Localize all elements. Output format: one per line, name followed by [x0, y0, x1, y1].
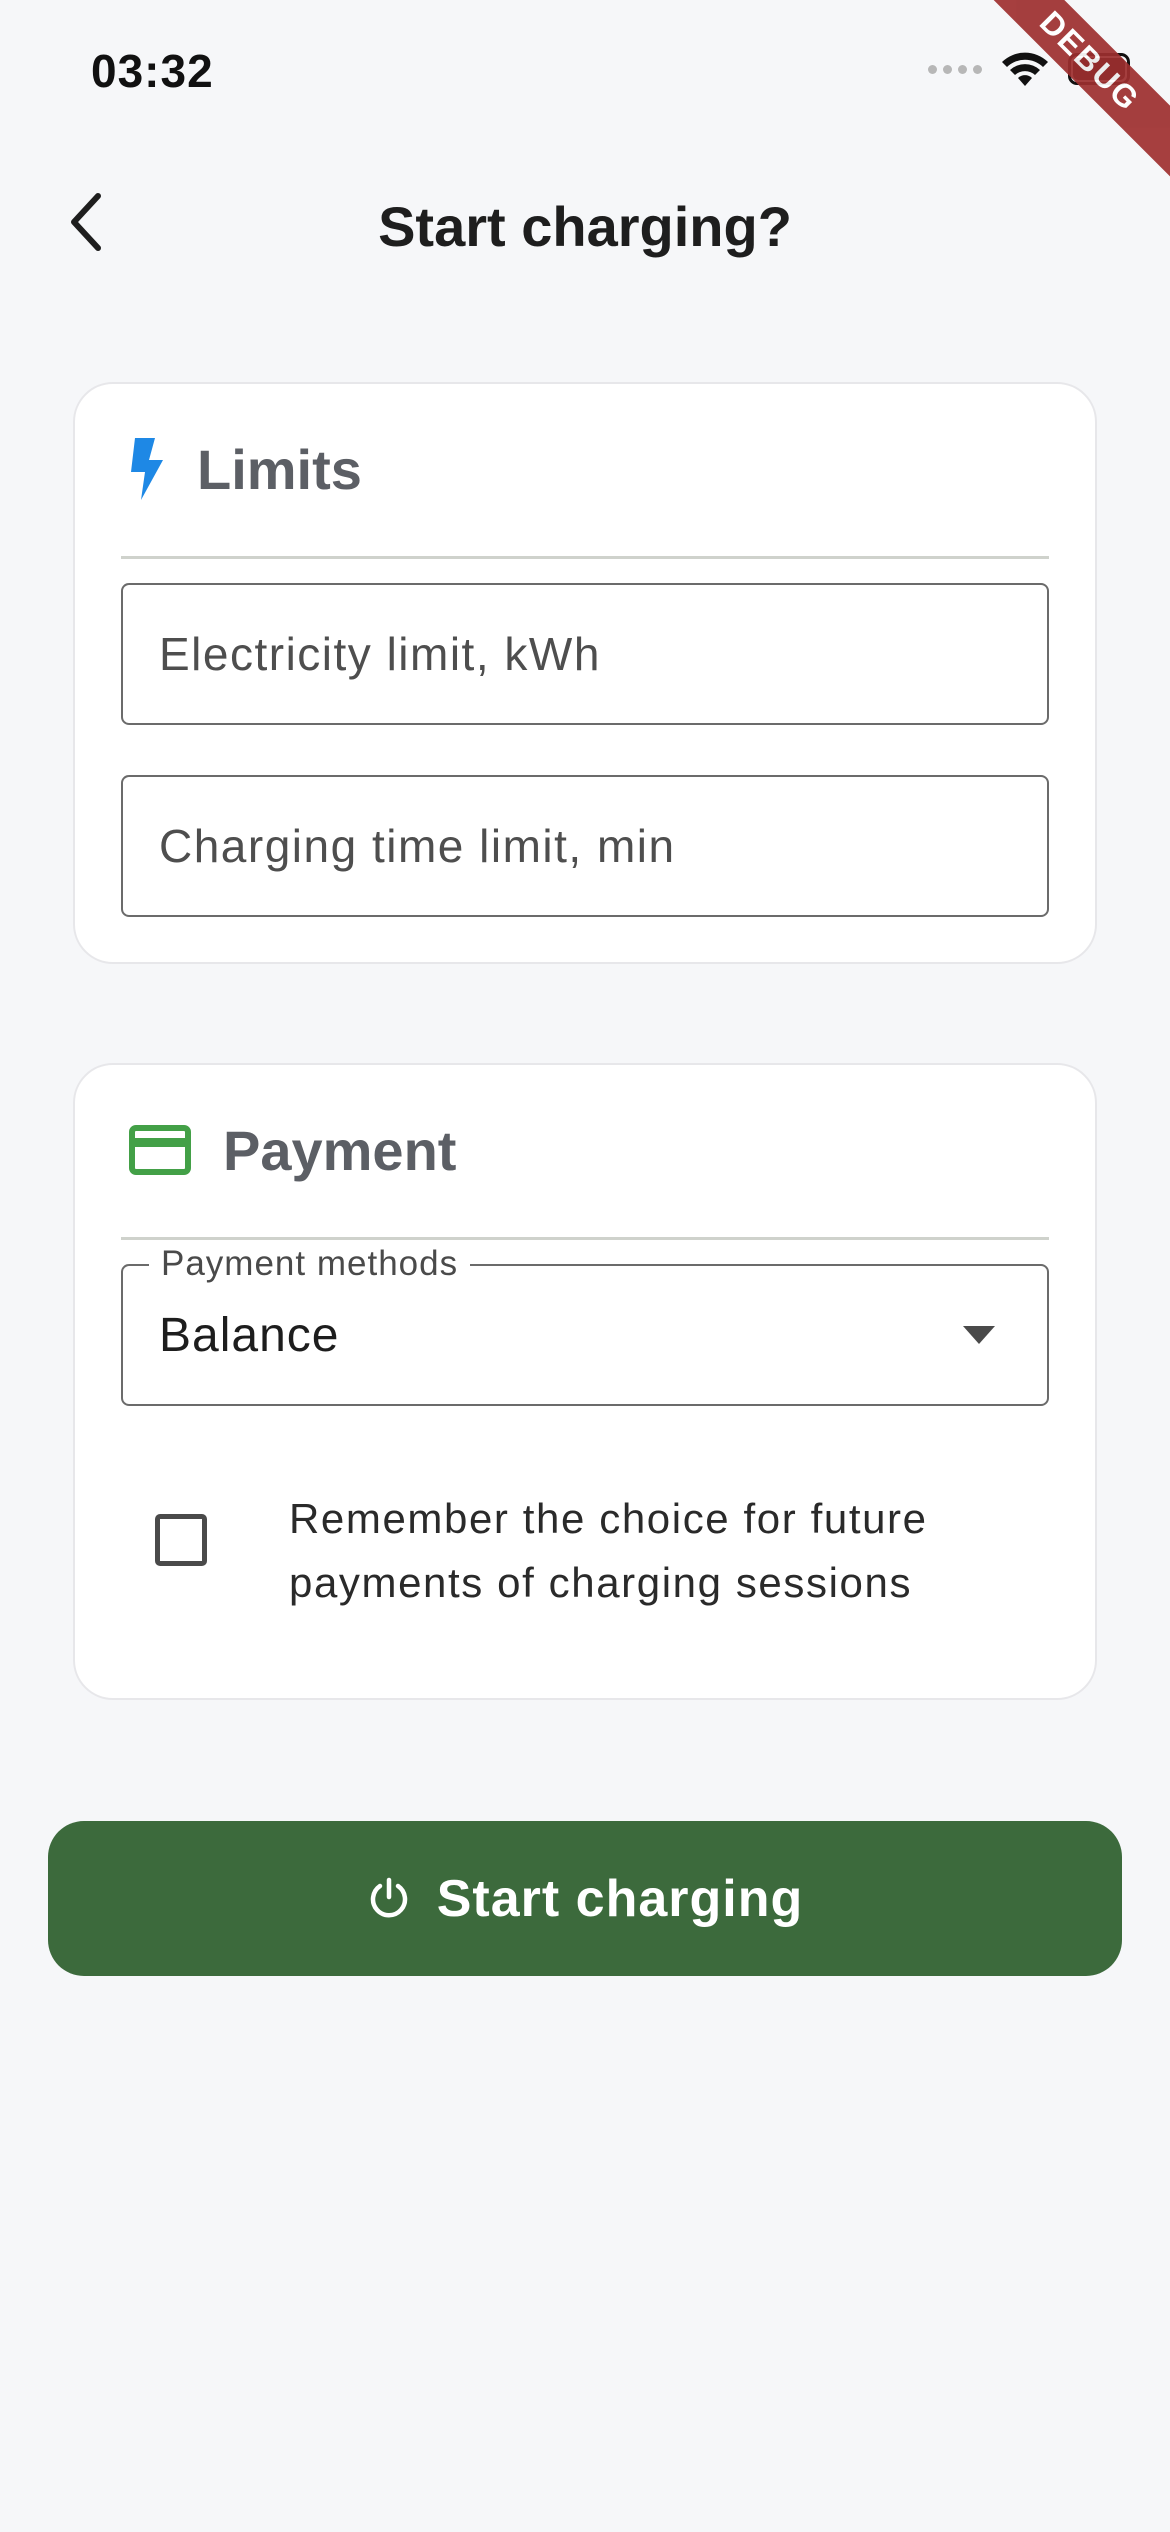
start-charging-button[interactable]: Start charging — [48, 1821, 1122, 1976]
electricity-limit-input[interactable]: Electricity limit, kWh — [121, 583, 1049, 725]
electricity-limit-placeholder: Electricity limit, kWh — [159, 628, 601, 680]
remember-choice-label: Remember the choice for future payments … — [289, 1495, 928, 1606]
divider — [121, 556, 1049, 559]
credit-card-icon — [129, 1125, 191, 1175]
remember-choice-checkbox[interactable] — [155, 1514, 207, 1566]
cellular-signal-icon — [928, 64, 982, 74]
limits-header: Limits — [129, 434, 362, 504]
wifi-icon — [1002, 52, 1048, 86]
payment-title: Payment — [223, 1118, 457, 1182]
limits-card: Limits Electricity limit, kWh Charging t… — [73, 382, 1097, 964]
caret-down-icon — [963, 1326, 995, 1344]
charging-time-limit-input[interactable]: Charging time limit, min — [121, 775, 1049, 917]
payment-methods-label: Payment methods — [149, 1244, 471, 1284]
selected-payment-method: Balance — [159, 1308, 340, 1362]
divider — [121, 1237, 1049, 1240]
power-icon — [370, 1877, 407, 1917]
limits-title: Limits — [197, 437, 362, 501]
lightning-bolt-icon — [131, 438, 163, 500]
debug-banner: DEBUG — [966, 0, 1170, 185]
payment-header: Payment — [129, 1115, 456, 1185]
start-charging-label: Start charging — [436, 1869, 804, 1928]
payment-method-select[interactable]: Payment methods Balance — [121, 1244, 1049, 1406]
payment-card: Payment Payment methods Balance Remember… — [73, 1063, 1097, 1700]
status-time: 03:32 — [91, 45, 214, 97]
charging-time-limit-placeholder: Charging time limit, min — [159, 820, 676, 872]
page-title: Start charging? — [378, 195, 792, 258]
